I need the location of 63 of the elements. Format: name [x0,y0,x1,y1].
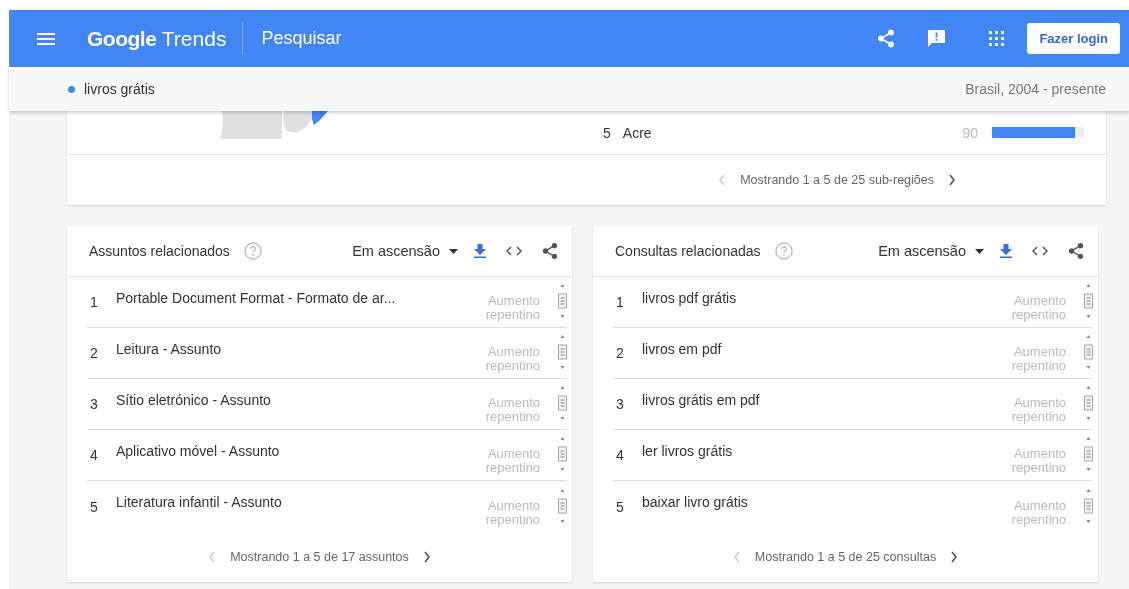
trend-text: Aumento repentino [484,498,540,527]
item-label[interactable]: Literatura infantil - Assunto [116,494,282,510]
item-label[interactable]: Portable Document Format - Formato de ar... [116,289,396,306]
item-label[interactable]: livros grátis em pdf [642,391,760,408]
logo[interactable]: Google Trends [87,26,227,51]
trend-text: Aumento repentino [484,345,540,373]
search-term[interactable]: livros grátis [84,81,155,97]
term-dot-icon [68,85,75,93]
panel-title: Assuntos relacionados [89,243,230,259]
item-rank: 4 [90,447,99,463]
item-label[interactable]: Sítio eletrónico - Assunto [116,391,271,408]
panel-title: Consultas relacionadas [615,243,761,259]
trend-text: Aumento repentino [1010,345,1066,373]
trend-text: Aumento repentino [484,447,540,475]
trend-text: Aumento repentino [1010,294,1066,322]
pagination-text: Mostrando 1 a 5 de 17 assuntos [230,550,409,564]
item-rank: 3 [616,396,625,412]
pagination-text: Mostrando 1 a 5 de 25 sub-regiões [740,173,934,187]
trend-text: Aumento repentino [1010,396,1066,424]
caret-icon [449,248,458,254]
login-button[interactable]: Fazer login [1027,23,1120,54]
share-icon[interactable] [542,242,558,260]
page-title: Pesquisar [261,28,342,49]
region-name[interactable]: Acre [622,124,652,141]
item-label[interactable]: livros pdf grátis [642,289,737,306]
item-rank: 1 [616,294,625,310]
next-icon[interactable] [950,551,959,563]
region-rank: 5 [603,124,611,141]
trend-text: Aumento repentino [1010,447,1066,475]
item-rank: 2 [90,345,99,361]
next-icon[interactable] [948,174,956,186]
item-label[interactable]: Aplicativo móvel - Assunto [116,442,280,459]
apps-grid-icon[interactable] [989,31,1005,46]
item-rank: 2 [616,345,625,361]
item-label[interactable]: Leitura - Assunto [116,340,222,357]
region-value: 90 [962,124,978,141]
item-rank: 4 [616,447,625,463]
embed-code-icon[interactable] [506,246,522,256]
download-icon[interactable] [1000,244,1012,258]
caret-icon [975,248,984,254]
item-label[interactable]: ler livros grátis [642,442,733,459]
trend-text: Aumento repentino [1010,498,1066,527]
item-rank: 1 [90,294,99,310]
next-icon[interactable] [422,551,431,563]
filter-dropdown[interactable]: Em ascensão [878,243,984,259]
trend-text: Aumento repentino [484,396,540,424]
trend-text: Aumento repentino [484,294,540,322]
item-rank: 3 [90,396,99,412]
feedback-icon[interactable] [927,29,947,48]
scope-label[interactable]: Brasil, 2004 - presente [965,81,1106,97]
item-rank: 5 [616,498,625,515]
share-icon[interactable] [1068,242,1084,260]
filter-dropdown[interactable]: Em ascensão [352,243,458,259]
download-icon[interactable] [474,244,486,258]
share-icon[interactable] [877,29,896,48]
embed-code-icon[interactable] [1032,246,1048,256]
item-label[interactable]: baixar livro grátis [642,494,748,510]
item-label[interactable]: livros em pdf [642,340,722,357]
item-rank: 5 [90,498,99,515]
menu-icon[interactable] [37,32,55,45]
help-icon[interactable] [774,242,793,260]
help-icon[interactable] [243,242,262,260]
pagination-text: Mostrando 1 a 5 de 25 consultas [754,550,937,564]
